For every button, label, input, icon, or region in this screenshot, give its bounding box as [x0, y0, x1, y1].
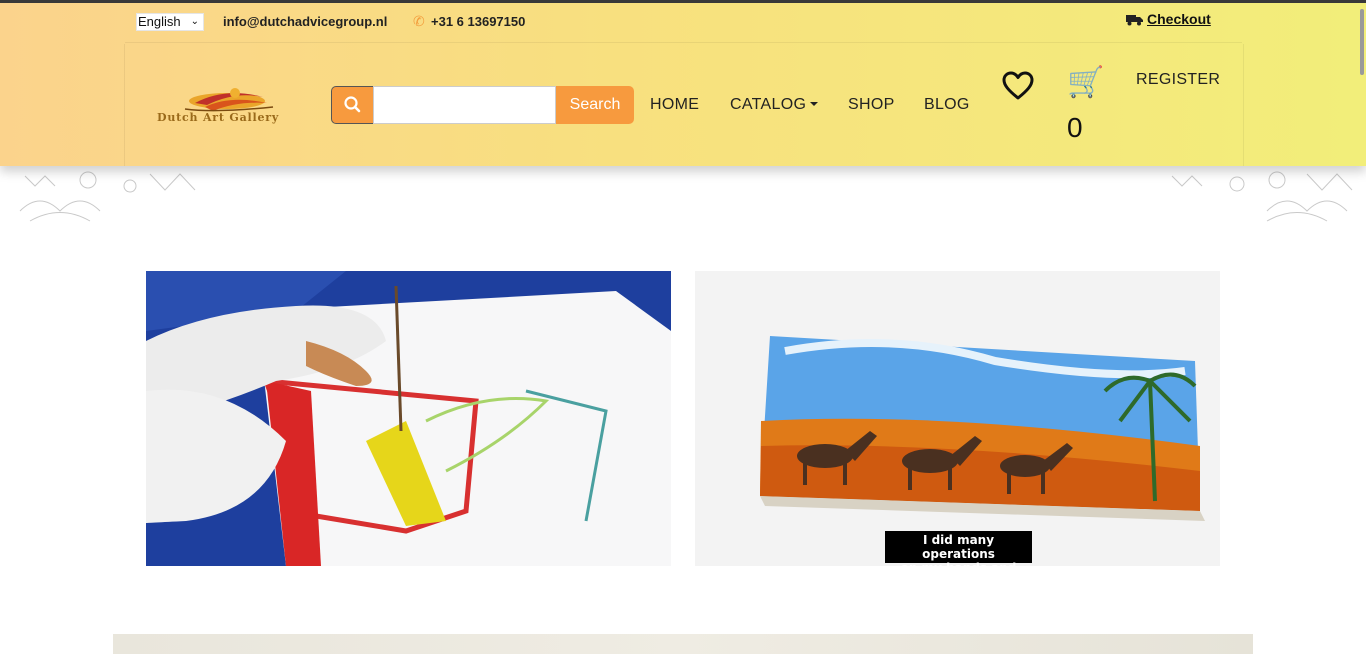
language-value: English — [138, 14, 181, 29]
caret-down-icon — [810, 102, 819, 106]
video-caption: I did many operations on my hands and le… — [885, 531, 1032, 589]
contact-email[interactable]: info@dutchadvicegroup.nl — [223, 14, 387, 29]
nav-home[interactable]: HOME — [650, 96, 699, 114]
caption-line-1: I did many operations — [922, 533, 995, 561]
register-link[interactable]: REGISTER — [1136, 71, 1220, 89]
language-select[interactable]: English ⌄ — [136, 13, 204, 31]
child-painting-image — [146, 271, 671, 566]
decorative-pattern-left — [0, 166, 209, 224]
caption-line-2: on my hands and legs — [900, 561, 1017, 589]
logo-text: Dutch Art Gallery — [157, 111, 280, 124]
checkout-link[interactable]: Checkout — [1147, 11, 1211, 27]
search-icon — [344, 96, 361, 113]
contact-phone[interactable]: +31 6 13697150 — [431, 14, 525, 29]
chevron-down-icon: ⌄ — [190, 16, 199, 27]
search-button[interactable]: Search — [556, 86, 634, 124]
next-section-banner — [113, 634, 1253, 654]
cart-count: 0 — [1067, 112, 1083, 143]
header-content: English ⌄ info@dutchadvicegroup.nl ✆ +31… — [0, 0, 1366, 166]
painting-photo-right[interactable] — [695, 271, 1220, 566]
decorative-pattern-right — [1157, 166, 1366, 224]
heart-icon[interactable] — [1002, 71, 1034, 101]
nav-shop[interactable]: SHOP — [848, 96, 895, 114]
topbar-divider — [125, 42, 1242, 43]
search-icon-button[interactable] — [331, 86, 373, 124]
search-input[interactable] — [373, 86, 556, 124]
nav-catalog-label: CATALOG — [730, 96, 807, 113]
nav-blog[interactable]: BLOG — [924, 96, 970, 114]
nav-catalog[interactable]: CATALOG — [730, 96, 819, 114]
camel-painting-image — [695, 271, 1220, 566]
painting-photo-left[interactable] — [146, 271, 671, 566]
phone-icon: ✆ — [413, 13, 425, 29]
cart-icon[interactable]: 🛒 — [1067, 66, 1104, 100]
truck-icon — [1126, 15, 1143, 26]
